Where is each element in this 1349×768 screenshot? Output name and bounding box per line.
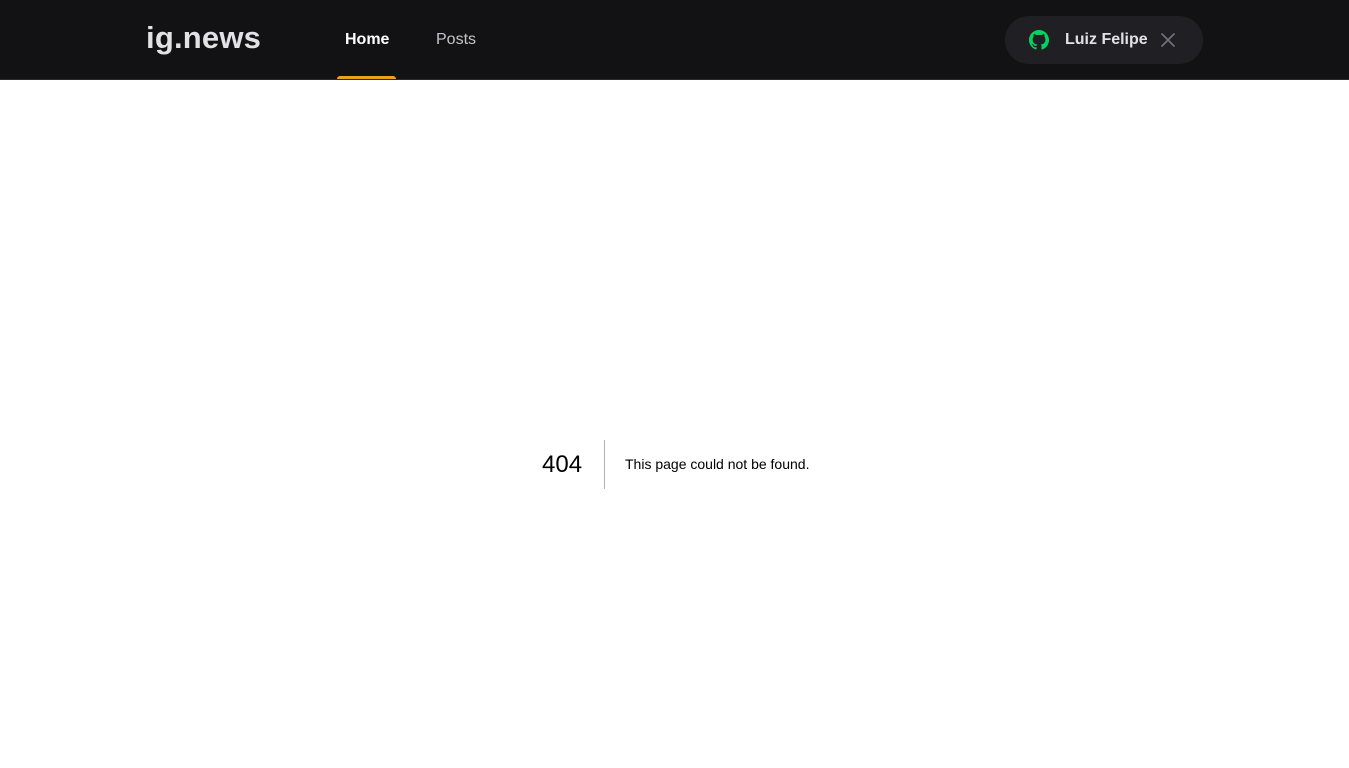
site-logo[interactable]: ig.news	[146, 19, 261, 57]
site-header: ig.news Home Posts Luiz Felipe	[0, 0, 1349, 80]
github-icon	[1029, 30, 1049, 50]
close-icon[interactable]	[1161, 33, 1175, 47]
user-signin-button[interactable]: Luiz Felipe	[1005, 16, 1203, 64]
error-code: 404	[542, 440, 606, 489]
active-nav-indicator	[337, 76, 396, 79]
nav-link-posts[interactable]: Posts	[428, 0, 484, 79]
nav-link-home[interactable]: Home	[337, 0, 396, 79]
user-name: Luiz Felipe	[1065, 31, 1148, 48]
error-message: This page could not be found.	[625, 456, 810, 472]
nav-link-posts-label: Posts	[436, 31, 477, 48]
nav-link-home-label: Home	[345, 31, 390, 48]
